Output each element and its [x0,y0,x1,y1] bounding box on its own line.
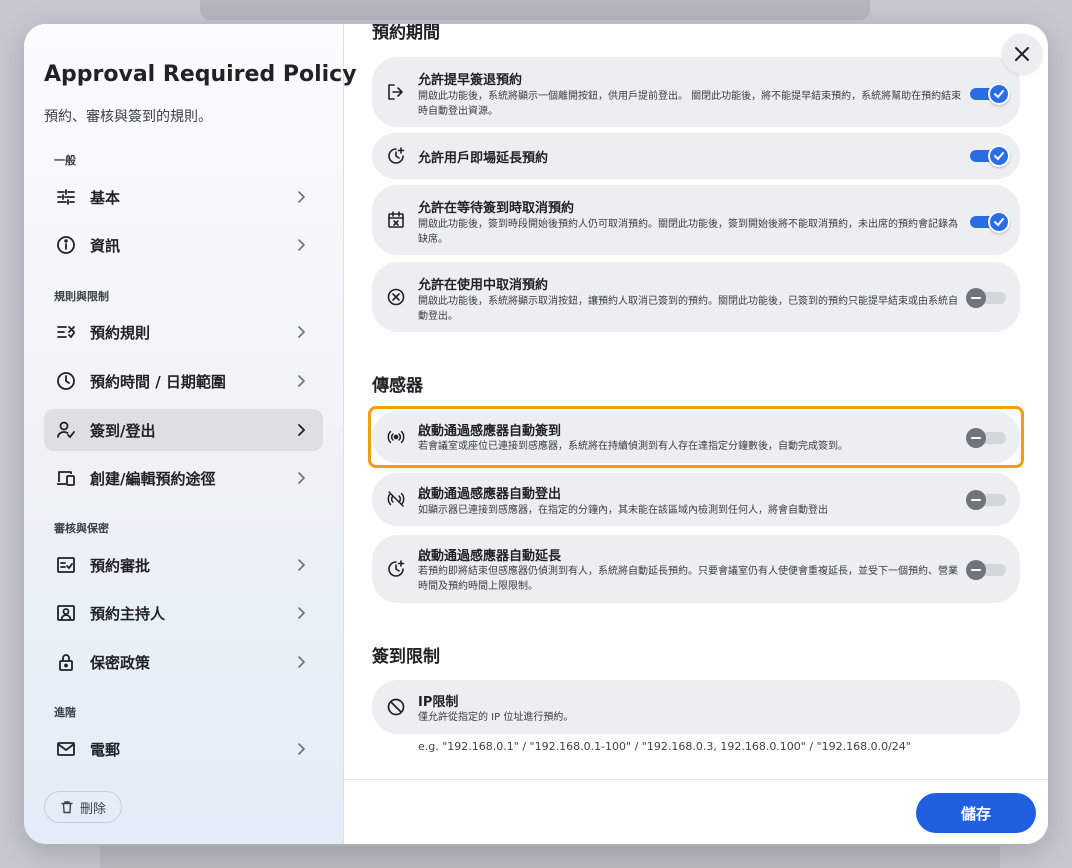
sensor-auto-checkout-toggle[interactable] [966,489,1006,510]
cancel-in-use-toggle[interactable] [966,287,1006,308]
chevron-right-icon [298,743,306,755]
chevron-right-icon [298,656,306,668]
setting-cancel-in-use: 允許在使用中取消預約 開啟此功能後，系統將顯示取消按鈕，讓預約人取消已簽到的預約… [372,262,1020,332]
setting-cancel-while-waiting: 允許在等待簽到時取消預約 開啟此功能後，簽到時段開始後預約人仍可取消預約。關閉此… [372,185,1020,255]
person-check-icon [56,420,76,440]
setting-title: IP限制 [418,695,459,710]
sidebar-section-approval: 審核與保密 [54,522,109,535]
info-icon [56,235,76,255]
setting-description: 開啟此功能後，系統將顯示取消按鈕，讓預約人取消已簽到的預約。關閉此功能後，已簽到… [418,296,958,322]
approval-icon [56,555,76,575]
setting-early-checkout: 允許提早簽退預約 開啟此功能後，系統將顯示一個離開按鈕，供用戶提前登出。 關閉此… [372,57,1020,127]
trash-icon [61,801,73,814]
sidebar-item-checkin[interactable]: 簽到/登出 [44,409,323,451]
sidebar-item-email[interactable]: 電郵 [44,728,323,770]
sidebar: Approval Required Policy 預約、審核與簽到的規則。 一般… [24,24,357,844]
clock-icon [56,371,76,391]
sidebar-item-info[interactable]: 資訊 [44,224,323,266]
sidebar-item-time-range[interactable]: 預約時間 / 日期範圍 [44,360,323,402]
sidebar-item-host[interactable]: 預約主持人 [44,592,323,634]
setting-sensor-auto-checkout: 啟動通過感應器自動登出 如顯示器已連接到感應器，在指定的分鐘內，其未能在該區域內… [372,473,1020,526]
section-title-checkin-limit: 簽到限制 [372,647,440,667]
chevron-right-icon [298,239,306,251]
sidebar-item-label: 基本 [90,188,121,207]
sidebar-item-label: 預約時間 / 日期範圍 [90,372,226,391]
sidebar-item-label: 保密政策 [90,653,151,672]
extend-booking-toggle[interactable] [970,145,1010,167]
sidebar-item-label: 資訊 [90,236,121,255]
chevron-right-icon [298,424,306,436]
save-button[interactable]: 儲存 [916,793,1036,833]
sidebar-item-basic[interactable]: 基本 [44,176,323,218]
early-checkout-toggle[interactable] [970,83,1010,105]
setting-description: 如顯示器已連接到感應器，在指定的分鐘內，其未能在該區域內檢測到任何人，將會自動登… [418,505,828,516]
block-icon [387,698,405,716]
sensor-off-icon [387,491,405,507]
sliders-icon [56,187,76,207]
sidebar-item-booking-rules[interactable]: 預約規則 [44,311,323,353]
setting-ip-restriction[interactable]: IP限制 僅允許從指定的 IP 位址進行預約。 [372,680,1020,734]
setting-title: 允許提早簽退預約 [418,73,523,88]
sidebar-item-label: 創建/編輯預約途徑 [90,469,216,488]
chevron-right-icon [298,472,306,484]
chevron-right-icon [298,326,306,338]
delete-label: 刪除 [79,801,106,817]
sidebar-item-booking-channels[interactable]: 創建/編輯預約途徑 [44,457,323,499]
setting-description: 開啟此功能後，簽到時段開始後預約人仍可取消預約。關閉此功能後，簽到開始後將不能取… [418,219,958,245]
sidebar-item-label: 簽到/登出 [90,421,156,440]
extend-time-icon [388,147,405,164]
delete-button[interactable]: 刪除 [44,791,122,823]
backdrop-header [200,0,870,20]
setting-sensor-auto-extend: 啟動通過感應器自動延長 若預約即將結束但感應器仍偵測到有人，系統將自動延長預約。… [372,535,1020,603]
setting-extend-booking: 允許用戶即場延長預約 [372,133,1020,179]
host-icon [56,603,76,623]
lock-icon [56,652,76,672]
close-button[interactable] [1002,34,1042,74]
dialog-subtitle: 預約、審核與簽到的規則。 [44,109,212,125]
chevron-right-icon [298,375,306,387]
section-title-sensors: 傳感器 [372,376,423,396]
setting-description: 若預約即將結束但感應器仍偵測到有人，系統將自動延長預約。只要會議室仍有人使便會重… [418,566,958,592]
dialog-title: Approval Required Policy [44,62,357,87]
setting-title: 允許在等待簽到時取消預約 [418,201,575,216]
devices-icon [56,468,76,488]
section-title-period: 預約期間 [372,24,440,43]
close-icon [1015,47,1029,61]
setting-description: 開啟此功能後，系統將顯示一個離開按鈕，供用戶提前登出。 關閉此功能後，將不能提早… [418,91,962,117]
sidebar-item-approval[interactable]: 預約審批 [44,544,323,586]
sidebar-item-label: 預約主持人 [90,604,166,623]
sensor-auto-extend-toggle[interactable] [966,559,1006,580]
sidebar-item-label: 預約規則 [90,323,151,342]
focus-highlight [368,406,1024,468]
rules-icon [56,322,76,342]
setting-title: 啟動通過感應器自動延長 [418,549,562,564]
sidebar-item-privacy[interactable]: 保密政策 [44,641,323,683]
sidebar-item-label: 預約審批 [90,556,151,575]
logout-icon [388,84,403,100]
chevron-right-icon [298,559,306,571]
calendar-cancel-icon [388,211,404,228]
settings-content[interactable]: 預約期間 允許提早簽退預約 開啟此功能後，系統將顯示一個離開按鈕，供用戶提前登出… [344,24,1048,779]
dialog-footer: 儲存 [344,779,1048,844]
cancel-while-waiting-toggle[interactable] [970,211,1010,233]
setting-title: 允許在使用中取消預約 [418,278,549,293]
setting-description: 僅允許從指定的 IP 位址進行預約。 [418,712,574,723]
chevron-right-icon [298,191,306,203]
ip-format-hint: e.g. "192.168.0.1" / "192.168.0.1-100" /… [418,740,911,753]
setting-title: 允許用戶即場延長預約 [418,151,549,166]
sidebar-section-rules: 規則與限制 [54,290,109,303]
backdrop-footer [100,846,1000,868]
policy-dialog: Approval Required Policy 預約、審核與簽到的規則。 一般… [24,24,1048,844]
mail-icon [56,739,76,759]
sidebar-section-general: 一般 [54,154,76,167]
setting-title: 啟動通過感應器自動登出 [418,487,562,502]
sidebar-section-advanced: 進階 [54,706,76,719]
cancel-circle-icon [387,288,405,306]
sensor-extend-icon [388,560,405,577]
chevron-right-icon [298,607,306,619]
sidebar-item-label: 電郵 [90,740,121,759]
